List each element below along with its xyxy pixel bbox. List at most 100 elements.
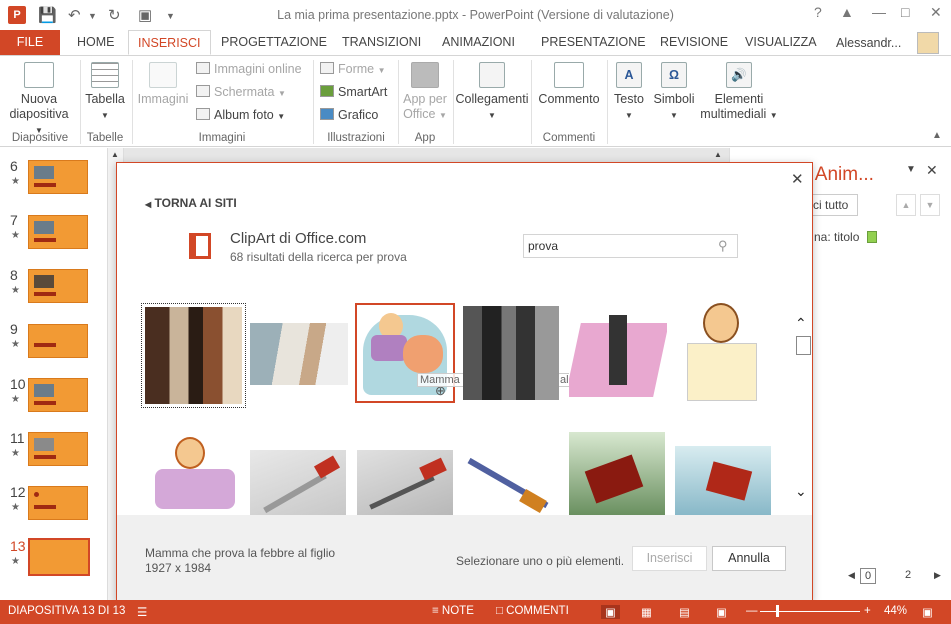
move-up-button[interactable]: ▲ — [896, 194, 916, 216]
ribbon-display-options-icon[interactable]: ▲ — [840, 4, 854, 20]
search-icon[interactable]: ⚲ — [718, 238, 728, 254]
zoom-level[interactable]: 44% — [884, 605, 907, 617]
slide-thumbnail[interactable] — [28, 160, 88, 194]
clipart-result-11[interactable] — [569, 432, 665, 515]
move-down-button[interactable]: ▼ — [920, 194, 940, 216]
normal-view-icon[interactable]: ▣ — [601, 605, 620, 619]
slide-sorter-icon[interactable]: ▦ — [641, 605, 652, 619]
smartart-label: SmartArt — [338, 85, 388, 99]
animation-pane-close-icon[interactable]: ✕ — [926, 162, 938, 179]
nuova-diapositiva-button[interactable]: Nuova diapositiva ▼ — [6, 62, 72, 138]
clipart-dialog: ✕ ◀ TORNA AI SITI ClipArt di Office.com … — [116, 162, 813, 602]
simboli-button[interactable]: Ω Simboli ▼ — [652, 62, 696, 123]
clipart-result-3-selected[interactable]: ⊕ — [355, 303, 455, 403]
app-per-office-button[interactable]: App per Office ▼ — [400, 62, 450, 123]
group-immagini: Immagini — [198, 132, 246, 144]
forme-button[interactable]: Forme ▼ — [320, 62, 386, 76]
close-icon[interactable]: ✕ — [930, 4, 942, 21]
slide-thumbnail[interactable] — [28, 215, 88, 249]
slide-thumbnail[interactable] — [28, 486, 88, 520]
selected-size: 1927 x 1984 — [145, 561, 212, 575]
animation-pane-options-icon[interactable]: ▼ — [906, 164, 916, 175]
collegamenti-button[interactable]: Collegamenti ▼ — [455, 62, 529, 123]
clipart-result-8[interactable] — [250, 450, 346, 515]
tab-animazioni[interactable]: ANIMAZIONI — [433, 30, 524, 55]
slides-panel: 6 ★ 7 ★ 8 ★ 9 ★ 10 ★ 11 ★ 12 ★ 13 ★ — [0, 148, 108, 600]
zoom-out-icon[interactable]: — — [746, 605, 758, 617]
slide-thumbnail[interactable] — [28, 432, 88, 466]
clipart-result-2[interactable] — [250, 323, 348, 385]
slide-thumbnail[interactable] — [28, 324, 88, 358]
clipart-result-6[interactable] — [683, 303, 761, 403]
tab-transizioni[interactable]: TRANSIZIONI — [333, 30, 430, 55]
zoom-in-icon[interactable]: + — [864, 605, 871, 617]
results-scrollbar-thumb[interactable] — [796, 336, 811, 355]
collapse-ribbon-icon[interactable]: ▲ — [932, 130, 942, 141]
spellcheck-icon[interactable]: ☰ — [137, 605, 147, 619]
help-icon[interactable]: ? — [814, 4, 822, 20]
elementi-multimediali-label-1: Elementi — [714, 92, 764, 106]
pane-scroll-right-icon[interactable]: ▶ — [934, 570, 941, 581]
dialog-close-icon[interactable]: ✕ — [791, 170, 804, 188]
slideshow-icon[interactable]: ▣ — [716, 605, 727, 619]
screenshot-icon — [196, 85, 210, 97]
clipart-result-9[interactable] — [357, 450, 453, 515]
notes-icon: ≡ — [432, 605, 439, 617]
album-foto-label: Album foto — [214, 108, 274, 122]
search-box[interactable]: ⚲ — [523, 234, 738, 258]
pane-scroll-left-icon[interactable]: ◀ — [848, 570, 855, 581]
tabella-button[interactable]: Tabella ▼ — [82, 62, 128, 123]
cancel-button[interactable]: Annulla — [712, 546, 786, 571]
animation-item-label: na: titolo — [814, 230, 860, 244]
commento-button[interactable]: Commento — [534, 62, 604, 107]
tab-home[interactable]: HOME — [68, 30, 124, 55]
testo-button[interactable]: A Testo ▼ — [609, 62, 649, 123]
clipart-result-12[interactable] — [675, 446, 771, 515]
apps-icon — [411, 62, 439, 88]
zoom-slider[interactable] — [760, 611, 860, 612]
results-scroll-up-icon[interactable]: ⌃ — [795, 315, 807, 332]
clipart-result-10[interactable] — [463, 450, 559, 515]
clipart-result-7[interactable] — [145, 433, 243, 515]
dialog-footer: Mamma che prova la febbre al figlio 1927… — [117, 515, 812, 602]
insert-button[interactable]: Inserisci — [632, 546, 707, 571]
back-to-sites-link[interactable]: ◀ TORNA AI SITI — [145, 196, 237, 210]
slide-thumbnail-selected[interactable] — [27, 537, 91, 577]
tab-visualizza[interactable]: VISUALIZZA — [736, 30, 826, 55]
immagini-online-button[interactable]: Immagini online — [196, 62, 302, 76]
grafico-button[interactable]: Grafico — [320, 108, 378, 122]
maximize-icon[interactable]: □ — [901, 4, 909, 20]
immagini-button[interactable]: Immagini — [134, 62, 192, 107]
reading-view-icon[interactable]: ▤ — [679, 605, 690, 619]
tab-inserisci[interactable]: INSERISCI — [128, 30, 211, 55]
page-next-label: 2 — [905, 569, 912, 581]
minimize-icon[interactable]: — — [872, 4, 886, 20]
elementi-multimediali-button[interactable]: 🔊 Elementi multimediali ▼ — [700, 62, 778, 123]
tab-file[interactable]: FILE — [0, 30, 60, 55]
notes-button[interactable]: ≡ NOTE — [432, 605, 474, 617]
animation-item[interactable]: na: titolo — [814, 230, 877, 244]
tab-progettazione[interactable]: PROGETTAZIONE — [212, 30, 336, 55]
slide-thumbnail[interactable] — [28, 378, 88, 412]
canvas-scroll-up-icon[interactable]: ▲ — [714, 150, 722, 159]
tab-revisione[interactable]: REVISIONE — [651, 30, 737, 55]
results-scroll-down-icon[interactable]: ⌄ — [795, 483, 807, 500]
zoom-slider-thumb[interactable] — [776, 605, 779, 617]
clipart-result-4[interactable] — [463, 306, 559, 400]
clipart-result-1[interactable] — [141, 303, 246, 408]
search-input[interactable] — [528, 238, 708, 254]
tab-presentazione[interactable]: PRESENTAZIONE — [532, 30, 655, 55]
schermata-button[interactable]: Schermata ▼ — [196, 85, 286, 99]
fit-to-window-icon[interactable]: ▣ — [922, 605, 933, 619]
scroll-up-icon[interactable]: ▲ — [111, 150, 119, 159]
album-foto-button[interactable]: Album foto ▼ — [196, 108, 285, 122]
smartart-button[interactable]: SmartArt — [320, 85, 387, 99]
page-current-box[interactable]: 0 — [860, 568, 876, 584]
clipart-result-5[interactable] — [569, 305, 667, 400]
comment-icon — [554, 62, 584, 88]
user-name[interactable]: Alessandr... — [836, 36, 901, 50]
group-illustrazioni: Illustrazioni — [327, 132, 385, 144]
slide-thumbnail[interactable] — [28, 269, 88, 303]
comments-button[interactable]: □ COMMENTI — [496, 605, 569, 617]
user-avatar[interactable] — [917, 32, 939, 54]
